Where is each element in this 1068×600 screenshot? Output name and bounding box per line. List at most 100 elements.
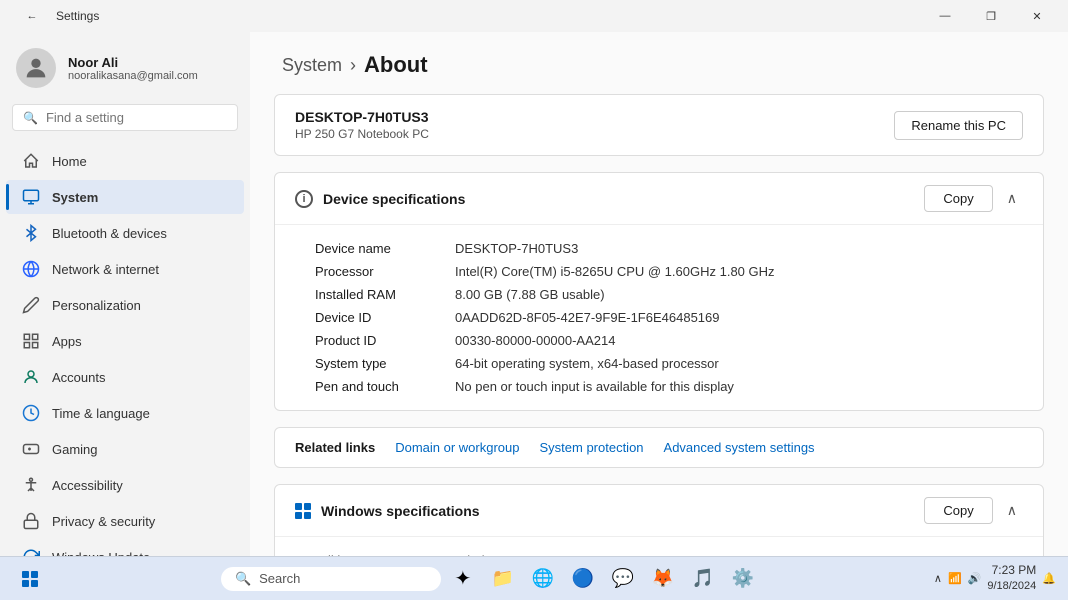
device-specs-actions: Copy ∧ [924, 185, 1023, 212]
sidebar-item-home-label: Home [52, 154, 87, 169]
pc-name: DESKTOP-7H0TUS3 [295, 109, 429, 125]
sidebar-item-apps[interactable]: Apps [6, 324, 244, 358]
related-links-bar: Related links Domain or workgroup System… [274, 427, 1044, 468]
sidebar-item-accounts-label: Accounts [52, 370, 105, 385]
taskbar-settings-app[interactable]: ⚙️ [725, 561, 761, 597]
maximize-button[interactable]: ❐ [968, 0, 1014, 32]
sidebar-item-gaming-label: Gaming [52, 442, 98, 457]
accessibility-icon [22, 476, 40, 494]
windows-specs-title-row: Windows specifications [295, 503, 480, 519]
sidebar-item-system-label: System [52, 190, 98, 205]
sidebar-item-bluetooth-label: Bluetooth & devices [52, 226, 167, 241]
sidebar-item-update[interactable]: Windows Update [6, 540, 244, 556]
spec-row-device-id: Device ID 0AADD62D-8F05-42E7-9F9E-1F6E46… [315, 306, 1023, 329]
taskbar-browser[interactable]: 🌐 [525, 561, 561, 597]
spec-row-product-id: Product ID 00330-80000-00000-AA214 [315, 329, 1023, 352]
sidebar-item-bluetooth[interactable]: Bluetooth & devices [6, 216, 244, 250]
taskbar-time: 7:23 PM [987, 562, 1036, 579]
windows-specs-header: Windows specifications Copy ∧ [275, 485, 1043, 537]
spec-value-processor: Intel(R) Core(TM) i5-8265U CPU @ 1.60GHz… [455, 264, 1023, 279]
taskbar-start-button[interactable] [12, 561, 48, 597]
spec-value-ram: 8.00 GB (7.88 GB usable) [455, 287, 1023, 302]
gaming-icon [22, 440, 40, 458]
pc-info: DESKTOP-7H0TUS3 HP 250 G7 Notebook PC [295, 109, 429, 141]
taskbar-system-tray-chevron[interactable]: ∧ [934, 572, 942, 585]
user-profile[interactable]: Noor Ali nooralikasana@gmail.com [0, 32, 250, 100]
sidebar-item-accessibility[interactable]: Accessibility [6, 468, 244, 502]
breadcrumb-arrow: › [350, 55, 356, 76]
sidebar-item-time-label: Time & language [52, 406, 150, 421]
related-links-label: Related links [295, 440, 375, 455]
search-box[interactable]: 🔍 [12, 104, 238, 131]
related-link-advanced[interactable]: Advanced system settings [664, 440, 815, 455]
back-button[interactable]: ← [16, 0, 48, 32]
update-icon [22, 548, 40, 556]
sidebar-item-accounts[interactable]: Accounts [6, 360, 244, 394]
search-input[interactable] [46, 110, 227, 125]
taskbar-search-icon: 🔍 [235, 571, 251, 587]
taskbar-clock[interactable]: 7:23 PM 9/18/2024 [987, 562, 1036, 594]
windows-specs-card: Windows specifications Copy ∧ Edition Wi… [274, 484, 1044, 556]
app-title: Settings [56, 9, 99, 23]
windows-specs-grid: Edition Windows 11 Pro Version 23H2 Inst… [275, 537, 1043, 556]
network-icon [22, 260, 40, 278]
device-specs-copy-button[interactable]: Copy [924, 185, 992, 212]
taskbar-copilot[interactable]: ✦ [445, 561, 481, 597]
device-specs-title: Device specifications [323, 191, 465, 207]
network-icon-taskbar: 📶 [948, 572, 962, 585]
notification-icon[interactable]: 🔔 [1042, 572, 1056, 585]
windows-specs-title: Windows specifications [321, 503, 480, 519]
taskbar-files[interactable]: 📁 [485, 561, 521, 597]
sidebar-item-personalization[interactable]: Personalization [6, 288, 244, 322]
privacy-icon [22, 512, 40, 530]
sidebar-item-apps-label: Apps [52, 334, 82, 349]
device-specs-header: i Device specifications Copy ∧ [275, 173, 1043, 225]
spec-label-processor: Processor [315, 264, 455, 279]
spec-row-ram: Installed RAM 8.00 GB (7.88 GB usable) [315, 283, 1023, 306]
taskbar-right: ∧ 📶 🔊 7:23 PM 9/18/2024 🔔 [934, 562, 1056, 594]
related-link-protection[interactable]: System protection [539, 440, 643, 455]
apps-icon [22, 332, 40, 350]
user-email: nooralikasana@gmail.com [68, 70, 198, 82]
taskbar-center: 🔍 Search ✦ 📁 🌐 🔵 💬 🦊 🎵 ⚙️ [221, 561, 761, 597]
system-icon [22, 188, 40, 206]
spec-label-pen-touch: Pen and touch [315, 379, 455, 394]
accounts-icon [22, 368, 40, 386]
sidebar-item-network[interactable]: Network & internet [6, 252, 244, 286]
device-specs-grid: Device name DESKTOP-7H0TUS3 Processor In… [275, 225, 1043, 410]
sidebar-item-gaming[interactable]: Gaming [6, 432, 244, 466]
taskbar-tiktok[interactable]: 🎵 [685, 561, 721, 597]
device-specs-card: i Device specifications Copy ∧ Device na… [274, 172, 1044, 411]
titlebar-controls: — ❐ ✕ [922, 0, 1060, 32]
home-icon [22, 152, 40, 170]
sidebar-item-time[interactable]: Time & language [6, 396, 244, 430]
device-specs-collapse-button[interactable]: ∧ [1001, 188, 1023, 209]
taskbar-search-box[interactable]: 🔍 Search [221, 567, 441, 591]
spec-row-device-name: Device name DESKTOP-7H0TUS3 [315, 237, 1023, 260]
close-button[interactable]: ✕ [1014, 0, 1060, 32]
app-body: Noor Ali nooralikasana@gmail.com 🔍 Home … [0, 32, 1068, 556]
sidebar-item-system[interactable]: System [6, 180, 244, 214]
windows-specs-collapse-button[interactable]: ∧ [1001, 500, 1023, 521]
sidebar-item-privacy[interactable]: Privacy & security [6, 504, 244, 538]
minimize-button[interactable]: — [922, 0, 968, 32]
taskbar-chat[interactable]: 💬 [605, 561, 641, 597]
related-link-domain[interactable]: Domain or workgroup [395, 440, 519, 455]
taskbar-left [12, 561, 48, 597]
taskbar-chrome[interactable]: 🔵 [565, 561, 601, 597]
sidebar-item-personalization-label: Personalization [52, 298, 141, 313]
windows-logo-icon [295, 503, 311, 519]
rename-pc-button[interactable]: Rename this PC [894, 111, 1023, 140]
spec-label-device-name: Device name [315, 241, 455, 256]
bluetooth-icon [22, 224, 40, 242]
sidebar-item-home[interactable]: Home [6, 144, 244, 178]
spec-value-pen-touch: No pen or touch input is available for t… [455, 379, 1023, 394]
info-icon: i [295, 190, 313, 208]
personalization-icon [22, 296, 40, 314]
spec-row-edition: Edition Windows 11 Pro [315, 549, 1023, 556]
avatar [16, 48, 56, 88]
spec-label-product-id: Product ID [315, 333, 455, 348]
windows-specs-actions: Copy ∧ [924, 497, 1023, 524]
taskbar-edge[interactable]: 🦊 [645, 561, 681, 597]
windows-specs-copy-button[interactable]: Copy [924, 497, 992, 524]
